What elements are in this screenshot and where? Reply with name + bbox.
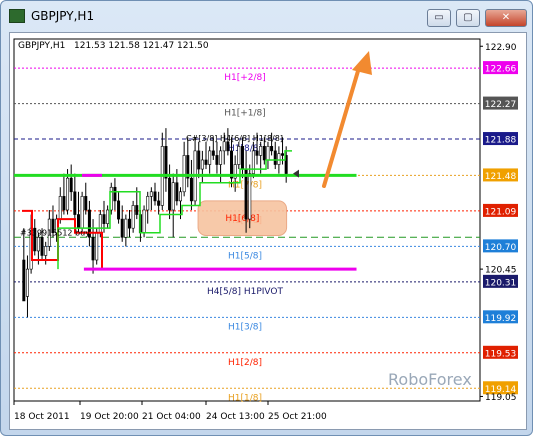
candle-body: [171, 182, 175, 211]
candle-body: [124, 218, 128, 238]
x-tick-label: 19 Oct 20:00: [80, 412, 139, 422]
highlight-label: H1[6/8]: [225, 214, 259, 224]
level-label: H4[5/8] H1PIVOT: [207, 287, 284, 297]
candle-body: [135, 205, 139, 215]
candle-body: [266, 146, 270, 161]
candle-body: [146, 196, 150, 211]
candle-body: [76, 214, 80, 229]
candle-body: [98, 214, 102, 234]
candle-body: [62, 196, 66, 211]
candlestick-chart[interactable]: H1[+2/8]H1[+1/8]H1[8/8]H1[7/8]H1[6/8]H1[…: [10, 33, 526, 429]
y-tick-label: 120.31: [485, 278, 517, 288]
candle-body: [40, 236, 44, 256]
candle-body: [255, 150, 259, 156]
candle-body: [127, 218, 131, 229]
chart-app-icon: [9, 9, 25, 23]
y-tick-label: 121.48: [485, 172, 517, 182]
level-label: H1[1/8]: [228, 393, 262, 403]
x-tick-label: 18 Oct 2011: [14, 412, 70, 422]
candle-body: [219, 150, 223, 165]
candle-body: [197, 150, 201, 170]
candle-body: [189, 177, 193, 202]
candle-body: [222, 141, 226, 152]
candle-body: [211, 150, 215, 156]
x-tick-label: 21 Oct 04:00: [142, 412, 201, 422]
candle-body: [157, 200, 161, 206]
candle-body: [66, 177, 70, 211]
candle-body: [73, 191, 77, 215]
candle-body: [153, 191, 157, 202]
candle-body: [175, 182, 179, 202]
confluence-annotation: C#[3/8] H4[6/8] H1[8/8]: [186, 134, 283, 143]
candle-body: [164, 146, 168, 179]
ohlc-readout: 121.53 121.58 121.47 121.50: [74, 41, 209, 51]
watermark: RoboForex: [388, 370, 472, 389]
candle-body: [168, 177, 172, 211]
candle-body: [113, 186, 117, 202]
candle-body: [106, 209, 110, 224]
candle-body: [22, 259, 26, 302]
y-tick-label: 119.92: [485, 314, 517, 324]
candle-body: [277, 153, 281, 165]
candle-body: [58, 196, 62, 220]
y-tick-label: 119.53: [485, 349, 517, 359]
level-label: H1[+1/8]: [224, 109, 266, 119]
y-tick-label: 120.70: [485, 243, 517, 253]
window-title: GBPJPY,H1: [31, 9, 95, 23]
candle-body: [102, 214, 106, 224]
chart-area[interactable]: H1[+2/8]H1[+1/8]H1[8/8]H1[7/8]H1[6/8]H1[…: [9, 32, 527, 430]
y-tick-label: 121.09: [485, 207, 517, 217]
candle-body: [91, 236, 95, 261]
candle-body: [95, 232, 99, 261]
level-label: H1[3/8]: [228, 322, 262, 332]
candle-body: [131, 205, 135, 229]
candle-body: [204, 159, 208, 165]
candle-body: [226, 141, 230, 152]
candle-body: [251, 150, 255, 174]
minimize-button[interactable]: ▭: [427, 9, 451, 27]
candle-body: [117, 200, 121, 220]
candle-body: [262, 146, 266, 161]
y-tick-label: 120.45: [485, 266, 517, 276]
candle-body: [259, 146, 263, 156]
y-tick-label: 122.90: [485, 43, 517, 53]
candle-body: [36, 236, 40, 252]
candle-body: [281, 153, 285, 156]
candle-body: [149, 191, 153, 197]
candle-body: [273, 150, 277, 165]
candle-body: [179, 191, 183, 202]
candle-body: [182, 155, 186, 193]
close-button[interactable]: ✕: [485, 9, 527, 27]
title-bar[interactable]: GBPJPY,H1 ▭ ▢ ✕: [1, 1, 532, 31]
candle-body: [84, 196, 88, 211]
candle-body: [248, 173, 252, 220]
candle-body: [200, 159, 204, 170]
candle-body: [44, 246, 48, 256]
y-tick-label: 121.88: [485, 136, 517, 146]
candle-body: [120, 218, 124, 238]
maximize-button[interactable]: ▢: [456, 9, 480, 27]
chart-window: GBPJPY,H1 ▭ ▢ ✕ H1[+2/8] H1[+1/8] H1[8/8] H…: [0, 0, 533, 436]
level-label: H1[+2/8]: [224, 73, 266, 83]
order-label: #339915512 buy: [20, 228, 90, 237]
candle-body: [25, 268, 29, 297]
x-tick-label: 25 Oct 21:00: [268, 412, 327, 422]
candle-body: [237, 146, 241, 165]
symbol-label: GBPJPY,H1: [18, 41, 65, 51]
y-tick-label: 119.05: [485, 393, 517, 403]
level-label: H1[5/8]: [228, 251, 262, 261]
candle-body: [69, 177, 73, 193]
y-tick-label: 122.27: [485, 100, 517, 110]
level-label: H1[2/8]: [228, 358, 262, 368]
candle-body: [215, 155, 219, 165]
candle-body: [80, 196, 84, 229]
candle-body: [142, 209, 146, 234]
y-tick-label: 122.66: [485, 65, 517, 75]
candle-body: [208, 150, 212, 165]
x-tick-label: 24 Oct 13:00: [206, 412, 265, 422]
candle-body: [240, 146, 244, 170]
candle-body: [270, 146, 274, 152]
